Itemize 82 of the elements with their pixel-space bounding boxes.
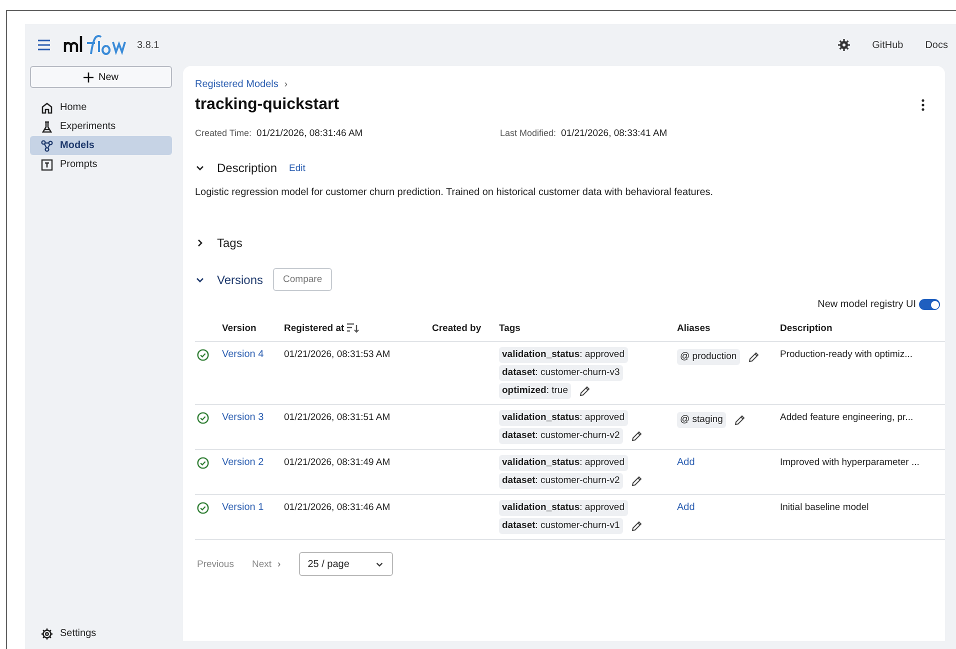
table-cell: Added feature engineering, pr... (780, 412, 914, 423)
tag: dataset: customer-churn-v2 (499, 428, 623, 444)
table-cell: 01/21/2026, 08:31:51 AM (284, 412, 390, 423)
column-header: Tags (499, 323, 520, 334)
next-button[interactable]: Next (252, 558, 272, 570)
home-icon (41, 102, 53, 114)
sidebar-item[interactable]: Home (30, 98, 172, 117)
section-title: Versions (217, 272, 264, 286)
flask-icon (41, 120, 53, 132)
version-link[interactable]: Version 4 (222, 349, 264, 360)
next-arrow-icon[interactable]: › (278, 558, 281, 570)
table-cell: 01/21/2026, 08:31:46 AM (284, 502, 390, 513)
edit-link[interactable]: Edit (289, 162, 306, 174)
tag: dataset: customer-churn-v2 (499, 473, 623, 489)
version-link[interactable]: Version 3 (222, 412, 264, 423)
sidebar-item[interactable]: Prompts (30, 155, 172, 174)
column-header: Description (780, 323, 832, 334)
toggle-switch[interactable] (919, 299, 940, 310)
tag: validation_status: approved (499, 410, 628, 426)
pencil-icon[interactable] (630, 520, 642, 532)
plus-icon (83, 72, 94, 82)
tag: validation_status: approved (499, 455, 628, 471)
header-link[interactable]: Docs (925, 40, 948, 50)
meta-label: Created Time: (195, 128, 252, 138)
nodes-icon (41, 140, 53, 152)
table-cell: 01/21/2026, 08:31:49 AM (284, 457, 390, 468)
check-circle-icon (197, 412, 209, 424)
sidebar-item[interactable]: Models (30, 136, 172, 155)
column-header: Created by (432, 323, 482, 334)
version-link[interactable]: Version 1 (222, 502, 264, 513)
chevron-icon[interactable] (195, 238, 205, 248)
table-cell: Initial baseline model (780, 502, 869, 513)
settings-icon (41, 628, 53, 640)
sidebar-item[interactable]: Experiments (30, 117, 172, 136)
previous-button[interactable]: Previous (197, 558, 234, 570)
add-alias-link[interactable]: Add (677, 502, 695, 513)
section-title: Tags (217, 236, 242, 250)
check-circle-icon (197, 457, 209, 469)
pencil-icon[interactable] (630, 430, 642, 442)
pencil-icon[interactable] (579, 386, 590, 396)
version-label: 3.8.1 (137, 40, 160, 50)
logo-drawing (63, 32, 129, 58)
new-button[interactable]: New (30, 66, 172, 88)
tag: dataset: customer-churn-v3 (499, 365, 623, 381)
pencil-icon[interactable] (630, 476, 642, 486)
meta-value: 01/21/2026, 08:31:46 AM (256, 128, 363, 139)
table-cell: Production-ready with optimiz... (780, 349, 913, 360)
breadcrumb-separator: › (284, 79, 288, 90)
check-circle-icon (197, 349, 209, 361)
column-header: Registered at (284, 323, 344, 334)
pencil-icon[interactable] (748, 352, 759, 362)
column-header: Aliases (677, 323, 710, 334)
breadcrumb-link[interactable]: Registered Models (195, 79, 278, 90)
tag: optimized: true (499, 383, 571, 399)
page-title: tracking-quickstart (195, 96, 340, 114)
tag: dataset: customer-churn-v1 (499, 518, 623, 534)
settings-item[interactable]: Settings (30, 624, 172, 643)
description-text: Logistic regression model for customer churn prediction. Trained on historical customer data with behavioral features. (195, 187, 714, 198)
section-title: Description (217, 161, 278, 175)
pencil-icon[interactable] (734, 414, 745, 426)
toggle-label: New model registry UI (818, 299, 916, 310)
alias-tag: @ staging (677, 412, 726, 428)
compare-button[interactable]: Compare (273, 268, 332, 291)
header-link[interactable]: GitHub (872, 40, 904, 50)
meta-value: 01/21/2026, 08:33:41 AM (561, 128, 668, 139)
meta-label: Last Modified: (500, 128, 556, 138)
check-circle-icon (197, 502, 209, 514)
tag: validation_status: approved (499, 500, 628, 516)
table-cell: Improved with hyperparameter ... (780, 457, 920, 468)
text-box-icon (41, 158, 53, 170)
version-link[interactable]: Version 2 (222, 457, 264, 468)
gear-icon[interactable] (838, 39, 850, 51)
more-icon[interactable] (921, 99, 925, 111)
chevron-icon[interactable] (195, 163, 205, 173)
table-cell: 01/21/2026, 08:31:53 AM (284, 349, 390, 360)
column-header: Version (222, 323, 256, 334)
menu-icon[interactable] (37, 39, 51, 51)
alias-tag: @ production (677, 349, 740, 365)
page-size-select[interactable]: 25 / page (298, 552, 393, 576)
tag: validation_status: approved (499, 347, 628, 363)
add-alias-link[interactable]: Add (677, 457, 695, 468)
sort-icon[interactable] (347, 323, 360, 334)
